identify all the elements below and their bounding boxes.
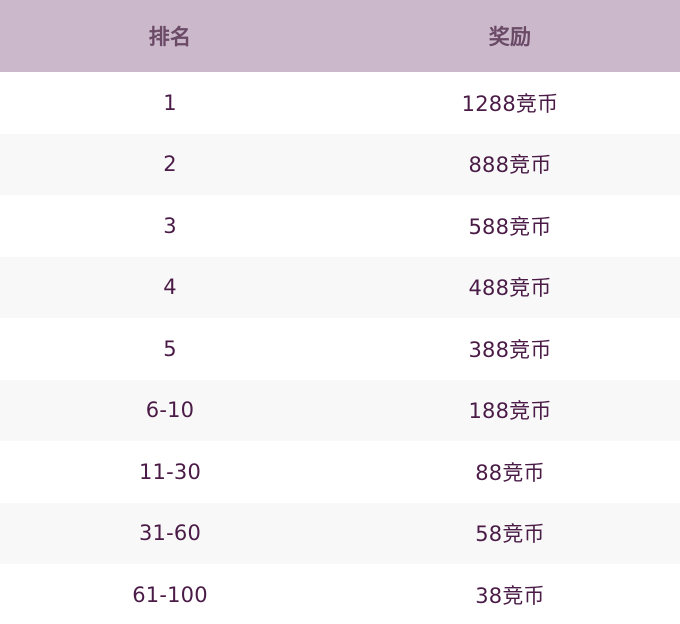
reward-table: 排名 奖励 1 1288竞币 2 888竞币 3 588竞币 4 488竞币 5…	[0, 0, 680, 624]
rank-cell: 1	[163, 90, 177, 115]
reward-cell: 488竞币	[468, 276, 552, 301]
rank-cell: 11-30	[138, 459, 202, 484]
table-row: 61-100 38竞币	[0, 564, 680, 624]
table-row: 2 888竞币	[0, 133, 680, 195]
rank-cell: 5	[163, 336, 177, 361]
header-rank: 排名	[148, 25, 192, 49]
reward-cell: 588竞币	[468, 214, 552, 239]
reward-cell: 58竞币	[475, 522, 545, 547]
rank-cell: 31-60	[138, 521, 202, 546]
rank-cell: 6-10	[145, 398, 195, 423]
table-row: 11-30 88竞币	[0, 441, 680, 503]
reward-cell: 38竞币	[475, 583, 545, 608]
header-reward: 奖励	[488, 25, 532, 49]
rank-cell: 4	[163, 275, 177, 300]
reward-cell: 188竞币	[468, 399, 552, 424]
table-row: 6-10 188竞币	[0, 379, 680, 441]
table-row: 3 588竞币	[0, 195, 680, 257]
table-header: 排名 奖励	[0, 0, 680, 72]
reward-cell: 388竞币	[468, 337, 552, 362]
reward-cell: 1288竞币	[461, 91, 559, 116]
table-row: 5 388竞币	[0, 318, 680, 380]
table-row: 31-60 58竞币	[0, 502, 680, 564]
table-row: 4 488竞币	[0, 256, 680, 318]
table-row: 1 1288竞币	[0, 72, 680, 134]
reward-cell: 88竞币	[475, 460, 545, 485]
rank-cell: 2	[163, 152, 177, 177]
reward-cell: 888竞币	[468, 153, 552, 178]
rank-cell: 61-100	[132, 582, 208, 607]
rank-cell: 3	[163, 213, 177, 238]
